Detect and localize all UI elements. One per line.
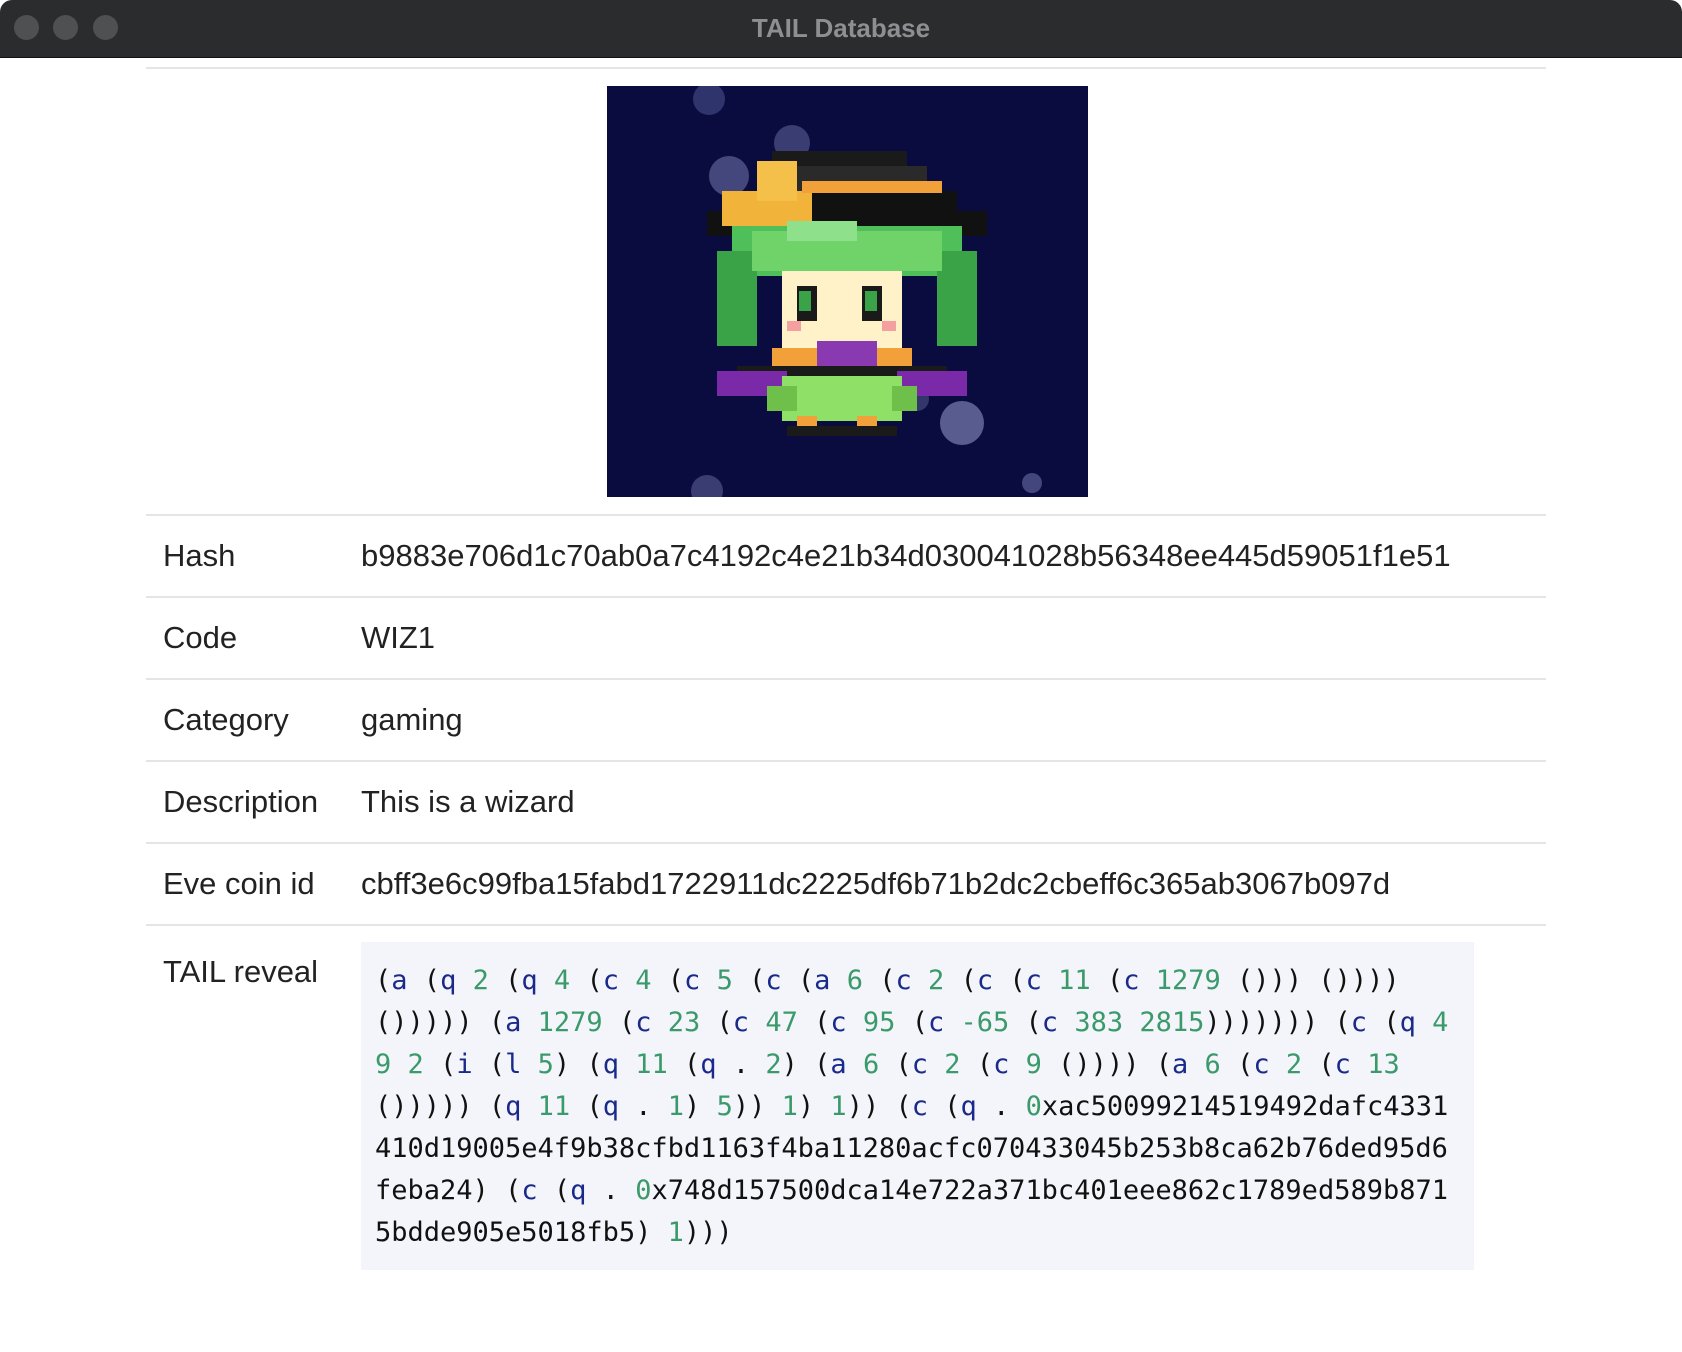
tail-reveal-code-block: (a (q 2 (q 4 (c 4 (c 5 (c (a 6 (c 2 (c (… <box>361 942 1474 1270</box>
eve-coin-id-label: Eve coin id <box>163 866 315 901</box>
hash-row: Hash b9883e706d1c70ab0a7c4192c4e21b34d03… <box>146 516 1546 598</box>
wizard-pixel-art-icon <box>607 86 1088 497</box>
image-row <box>146 69 1546 516</box>
code-row: Code WIZ1 <box>146 598 1546 680</box>
hash-value: b9883e706d1c70ab0a7c4192c4e21b34d0300410… <box>361 538 1451 573</box>
tail-detail-panel: Hash b9883e706d1c70ab0a7c4192c4e21b34d03… <box>146 57 1546 1270</box>
wizard-pixel-art-image <box>607 86 1088 497</box>
hash-label: Hash <box>163 538 236 573</box>
description-label: Description <box>163 784 319 819</box>
eve-coin-id-row: Eve coin id cbff3e6c99fba15fabd1722911dc… <box>146 844 1546 926</box>
tail-reveal-label: TAIL reveal <box>163 954 319 989</box>
category-row: Category gaming <box>146 680 1546 762</box>
category-label: Category <box>163 702 289 737</box>
description-value: This is a wizard <box>361 784 575 819</box>
window-title: TAIL Database <box>751 13 931 43</box>
tail-reveal-row: TAIL reveal (a (q 2 (q 4 (c 4 (c 5 (c (a… <box>146 926 1546 1270</box>
app-window: TAIL Database Hash b9883e706d1c70ab0a7c4… <box>0 0 1682 1352</box>
code-label: Code <box>163 620 238 655</box>
description-row: Description This is a wizard <box>146 762 1546 844</box>
eve-coin-id-value: cbff3e6c99fba15fabd1722911dc2225df6b71b2… <box>361 866 1391 901</box>
code-value: WIZ1 <box>361 620 436 655</box>
title-bar: TAIL Database <box>0 0 1682 58</box>
category-value: gaming <box>361 702 463 737</box>
